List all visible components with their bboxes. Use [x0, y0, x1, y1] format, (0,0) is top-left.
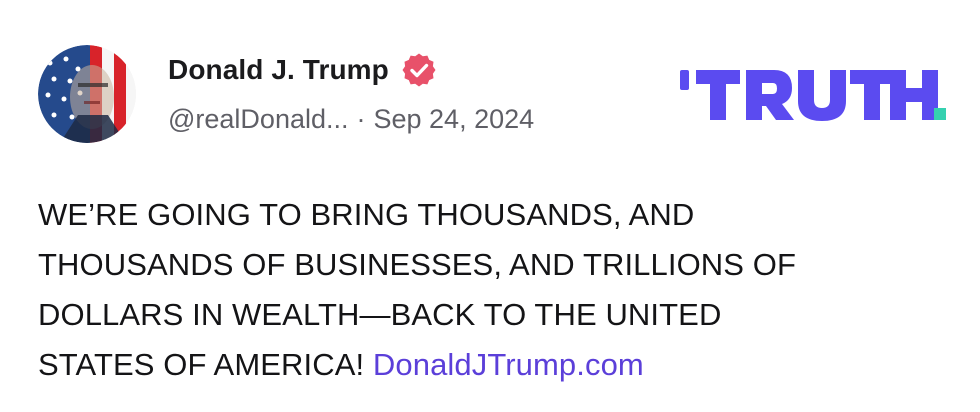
post-meta: @realDonald... · Sep 24, 2024	[168, 104, 534, 135]
author-handle[interactable]: @realDonald...	[168, 104, 349, 135]
post-link[interactable]: DonaldJTrump.com	[373, 347, 644, 382]
post-text-last-line: STATES OF AMERICA! DonaldJTrump.com	[38, 340, 938, 390]
post-text-line: WE’RE GOING TO BRING THOUSANDS, AND	[38, 197, 695, 232]
truth-social-post: Donald J. Trump @realDonald... · Sep 24,…	[0, 0, 980, 412]
post-date[interactable]: Sep 24, 2024	[374, 104, 535, 135]
post-text-line: STATES OF AMERICA!	[38, 347, 365, 382]
author-row: Donald J. Trump	[168, 48, 437, 92]
post-text-line: DOLLARS IN WEALTH—BACK TO THE UNITED	[38, 297, 722, 332]
avatar[interactable]	[38, 45, 136, 143]
author-display-name[interactable]: Donald J. Trump	[168, 54, 389, 86]
post-body: WE’RE GOING TO BRING THOUSANDS, AND THOU…	[38, 190, 938, 390]
meta-separator: ·	[356, 104, 366, 134]
truth-logo	[678, 62, 948, 126]
verified-badge-icon	[401, 52, 437, 88]
post-text-line: THOUSANDS OF BUSINESSES, AND TRILLIONS O…	[38, 247, 797, 282]
